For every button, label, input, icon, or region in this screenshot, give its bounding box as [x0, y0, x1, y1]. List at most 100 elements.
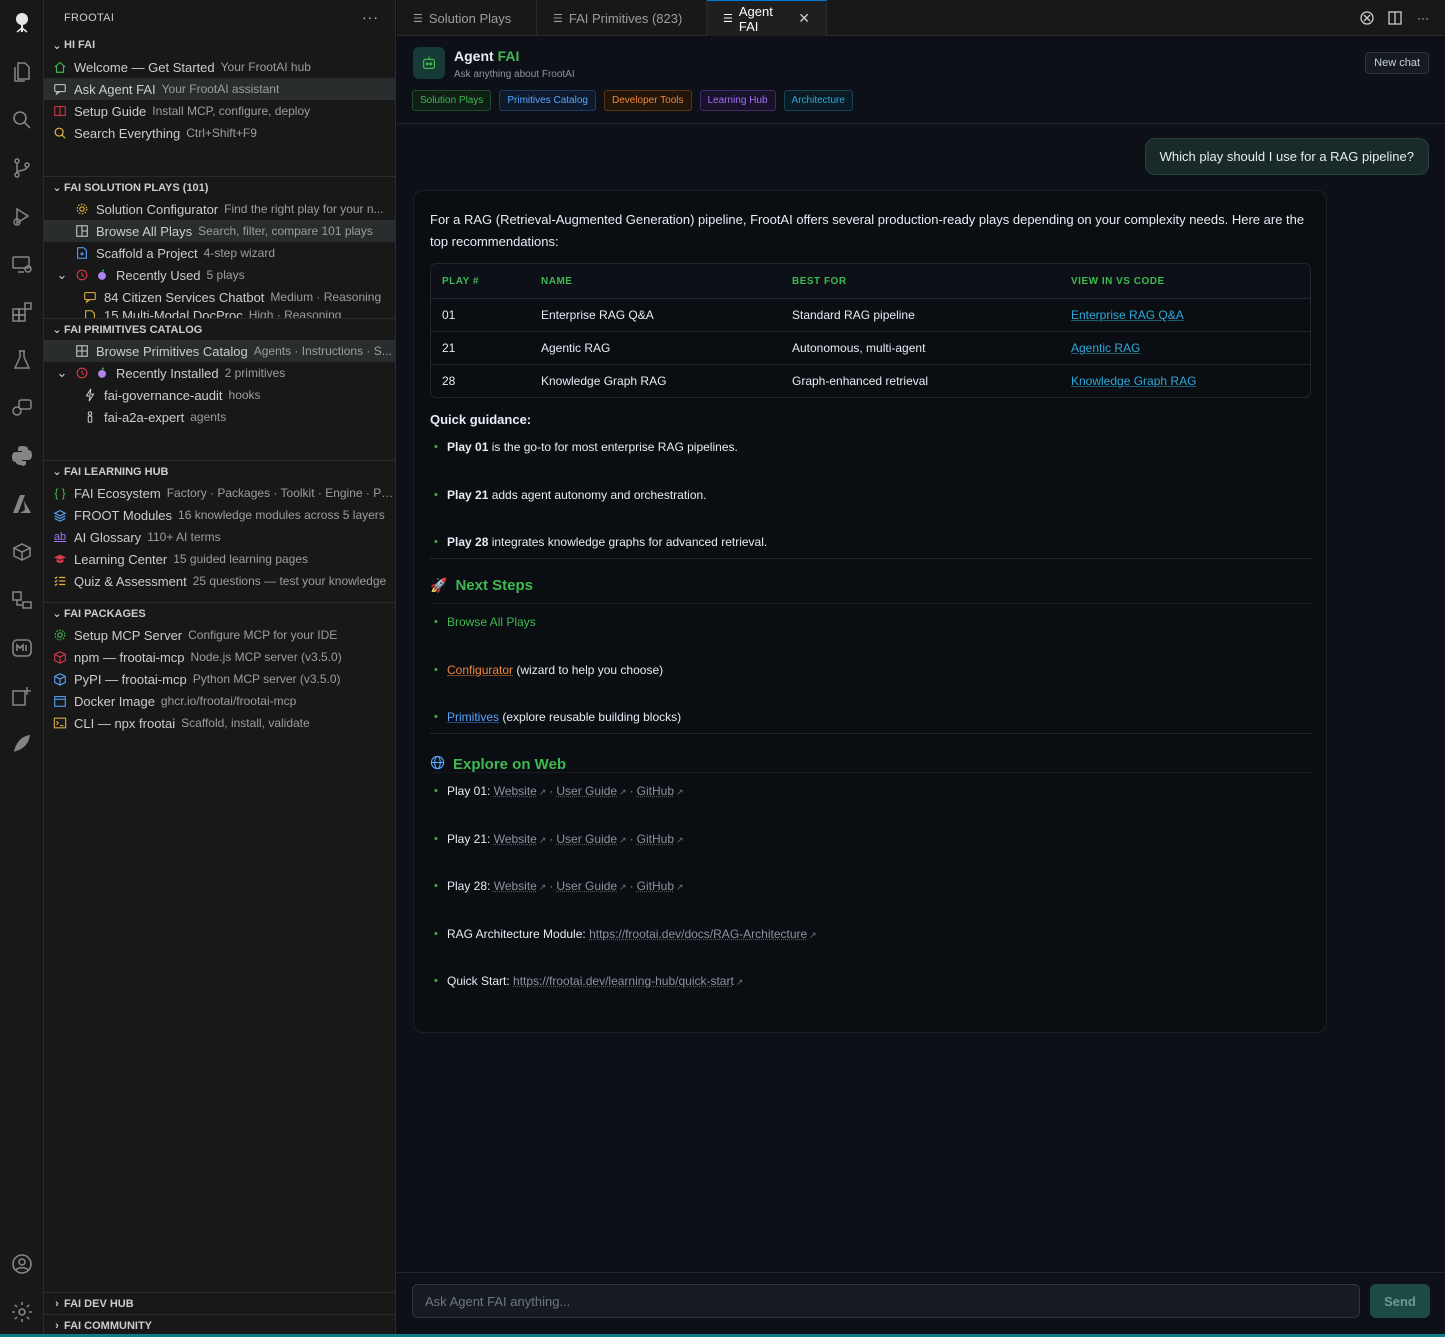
- section-dev-hub[interactable]: › FAI DEV HUB: [44, 1292, 395, 1314]
- rag-module-link[interactable]: https://frootai.dev/docs/RAG-Architectur…: [589, 927, 807, 941]
- package-icon: [52, 671, 68, 687]
- more-actions-icon[interactable]: ···: [362, 9, 379, 25]
- pill-primitives-catalog[interactable]: Primitives Catalog: [499, 90, 596, 111]
- sidebar-item-ask-agent[interactable]: Ask Agent FAI Your FrootAI assistant: [44, 78, 395, 100]
- sidebar-item-ai-glossary[interactable]: ab AI Glossary 110+ AI terms: [44, 526, 395, 548]
- testing-icon[interactable]: [8, 346, 36, 374]
- remote-explorer-icon[interactable]: [8, 250, 36, 278]
- tab-agent-fai[interactable]: ☰ Agent FAI ✕: [707, 0, 827, 36]
- sidebar-item-scaffold-project[interactable]: Scaffold a Project 4-step wizard: [44, 242, 395, 264]
- chevron-down-icon: ⌄: [52, 466, 62, 478]
- list-item: Quick Start: https://frootai.dev/learnin…: [430, 972, 1310, 997]
- website-link[interactable]: Website: [494, 832, 537, 846]
- sidebar-item-cli[interactable]: CLI — npx frootai Scaffold, install, val…: [44, 712, 395, 734]
- new-chat-button[interactable]: New chat: [1365, 52, 1429, 74]
- leaf-icon[interactable]: [8, 730, 36, 758]
- quick-start-link[interactable]: https://frootai.dev/learning-hub/quick-s…: [513, 974, 734, 988]
- sidebar-item-solution-configurator[interactable]: Solution Configurator Find the right pla…: [44, 198, 395, 220]
- configurator-link[interactable]: Configurator: [447, 663, 513, 677]
- item-text: integrates knowledge graphs for advanced…: [488, 535, 768, 549]
- sidebar-item-quiz[interactable]: Quiz & Assessment 25 questions — test yo…: [44, 570, 395, 592]
- sidebar-item-browse-primitives[interactable]: Browse Primitives Catalog Agents · Instr…: [44, 340, 395, 362]
- table-header: PLAY #: [442, 275, 479, 287]
- user-guide-link[interactable]: User Guide: [556, 879, 617, 893]
- sidebar-item-recently-used[interactable]: ⌄ Recently Used 5 plays: [44, 264, 395, 286]
- database-icon[interactable]: [8, 538, 36, 566]
- python-icon[interactable]: [8, 442, 36, 470]
- sidebar-item-setup-guide[interactable]: Setup Guide Install MCP, configure, depl…: [44, 100, 395, 122]
- view-in-vscode-link[interactable]: Knowledge Graph RAG: [1071, 374, 1196, 388]
- extension-dev-icon[interactable]: [8, 682, 36, 710]
- divider: [430, 603, 1311, 604]
- table-cell: 01: [442, 308, 456, 322]
- azure-icon[interactable]: [8, 490, 36, 518]
- sidebar-item-fai-ecosystem[interactable]: { } FAI Ecosystem Factory · Packages · T…: [44, 482, 395, 504]
- search-icon[interactable]: [8, 106, 36, 134]
- markdown-icon[interactable]: [8, 634, 36, 662]
- frootai-tree-icon[interactable]: [8, 8, 36, 36]
- source-control-icon[interactable]: [8, 154, 36, 182]
- github-link[interactable]: GitHub: [637, 784, 674, 798]
- more-actions-icon[interactable]: ···: [1415, 10, 1431, 26]
- sidebar-item-browse-all-plays[interactable]: Browse All Plays Search, filter, compare…: [44, 220, 395, 242]
- user-message: Which play should I use for a RAG pipeli…: [1144, 138, 1429, 175]
- sidebar-item-recently-installed[interactable]: ⌄ Recently Installed 2 primitives: [44, 362, 395, 384]
- run-debug-icon[interactable]: [8, 202, 36, 230]
- explorer-icon[interactable]: [8, 58, 36, 86]
- browse-all-plays-link[interactable]: Browse All Plays: [447, 615, 536, 629]
- settings-gear-icon[interactable]: [8, 1298, 36, 1326]
- user-guide-link[interactable]: User Guide: [556, 784, 617, 798]
- tab-solution-plays[interactable]: ☰ Solution Plays: [397, 0, 537, 36]
- section-hi-fai[interactable]: ⌄ HI FAI: [44, 34, 395, 56]
- tab-fai-primitives[interactable]: ☰ FAI Primitives (823): [537, 0, 707, 36]
- extensions-icon[interactable]: [8, 298, 36, 326]
- pill-developer-tools[interactable]: Developer Tools: [603, 90, 692, 111]
- section-packages[interactable]: ⌄ FAI PACKAGES: [44, 602, 395, 624]
- view-in-vscode-link[interactable]: Agentic RAG: [1071, 341, 1140, 355]
- close-icon[interactable]: ✕: [798, 10, 810, 27]
- sidebar-item-setup-mcp[interactable]: Setup MCP Server Configure MCP for your …: [44, 624, 395, 646]
- github-link[interactable]: GitHub: [637, 879, 674, 893]
- sidebar-item-pypi[interactable]: PyPI — frootai-mcp Python MCP server (v3…: [44, 668, 395, 690]
- item-desc: 4-step wizard: [203, 246, 276, 260]
- section-solution-plays[interactable]: ⌄ FAI SOLUTION PLAYS (101): [44, 176, 395, 198]
- pill-solution-plays[interactable]: Solution Plays: [412, 90, 492, 111]
- item-label: Ask Agent FAI: [74, 81, 156, 97]
- sidebar-item-fai-governance-audit[interactable]: fai-governance-audit hooks: [44, 384, 395, 406]
- activity-bar: [0, 0, 44, 1337]
- send-button[interactable]: Send: [1370, 1284, 1430, 1318]
- user-guide-link[interactable]: User Guide: [556, 832, 617, 846]
- sidebar-item-play-84[interactable]: 84 Citizen Services Chatbot Medium · Rea…: [44, 286, 395, 308]
- sidebar-item-play-15[interactable]: 15 Multi-Modal DocProc High · Reasoning: [44, 308, 395, 318]
- chat-input[interactable]: Ask Agent FAI anything...: [412, 1284, 1360, 1318]
- sidebar-item-learning-center[interactable]: Learning Center 15 guided learning pages: [44, 548, 395, 570]
- external-link-icon: ↗: [538, 787, 547, 797]
- sidebar-item-docker[interactable]: Docker Image ghcr.io/frootai/frootai-mcp: [44, 690, 395, 712]
- pill-architecture[interactable]: Architecture: [783, 90, 853, 111]
- section-primitives-catalog[interactable]: ⌄ FAI PRIMITIVES CATALOG: [44, 318, 395, 340]
- sidebar-item-froot-modules[interactable]: FROOT Modules 16 knowledge modules acros…: [44, 504, 395, 526]
- item-label: fai-a2a-expert: [104, 409, 185, 425]
- item-desc: Configure MCP for your IDE: [188, 628, 338, 642]
- sidebar-item-search-everything[interactable]: Search Everything Ctrl+Shift+F9: [44, 122, 395, 144]
- website-link[interactable]: Website: [494, 879, 537, 893]
- github-link[interactable]: GitHub: [637, 832, 674, 846]
- sidebar-item-welcome[interactable]: Welcome — Get Started Your FrootAI hub: [44, 56, 395, 78]
- sidebar-item-fai-a2a-expert[interactable]: fai-a2a-expert agents: [44, 406, 395, 428]
- chat-icon[interactable]: [8, 394, 36, 422]
- section-learning-hub[interactable]: ⌄ FAI LEARNING HUB: [44, 460, 395, 482]
- sidebar-item-npm[interactable]: npm — frootai-mcp Node.js MCP server (v3…: [44, 646, 395, 668]
- package-icon: [52, 649, 68, 665]
- view-in-vscode-link[interactable]: Enterprise RAG Q&A: [1071, 308, 1184, 322]
- pill-learning-hub[interactable]: Learning Hub: [699, 90, 776, 111]
- primitives-link[interactable]: Primitives: [447, 710, 499, 724]
- split-editor-icon[interactable]: [1387, 10, 1403, 26]
- openai-icon[interactable]: [1359, 10, 1375, 26]
- file-plus-icon: [74, 245, 90, 261]
- account-icon[interactable]: [8, 1250, 36, 1278]
- item-label: FROOT Modules: [74, 507, 173, 523]
- website-link[interactable]: Website: [494, 784, 537, 798]
- section-community[interactable]: › FAI COMMUNITY: [44, 1314, 395, 1336]
- ports-icon[interactable]: [8, 586, 36, 614]
- item-desc: 5 plays: [206, 268, 245, 282]
